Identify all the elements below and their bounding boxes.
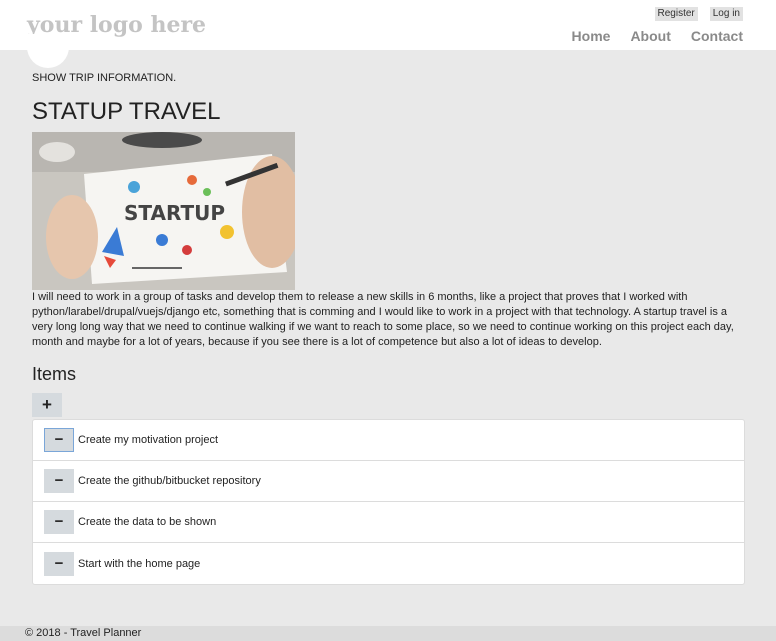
main-nav: Home About Contact xyxy=(572,28,743,44)
page-subtitle: SHOW TRIP INFORMATION. xyxy=(32,72,177,84)
items-list: − Create my motivation project − Create … xyxy=(32,419,745,585)
item-label: Create my motivation project xyxy=(78,434,218,446)
auth-links: Register Log in xyxy=(654,7,743,21)
trip-description: I will need to work in a group of tasks … xyxy=(32,291,734,348)
items-heading: Items xyxy=(32,364,77,384)
remove-item-button[interactable]: − xyxy=(44,551,74,576)
item-label: Start with the home page xyxy=(78,557,201,570)
page-title: STATUP TRAVEL xyxy=(32,98,221,125)
list-item: − Create my motivation project xyxy=(33,420,744,461)
trip-image: STARTUP xyxy=(32,132,295,290)
list-item: − Create the data to be shown xyxy=(33,502,744,543)
nav-about[interactable]: About xyxy=(630,28,670,44)
site-footer: © 2018 - Travel Planner xyxy=(0,626,776,641)
register-link[interactable]: Register xyxy=(654,7,698,21)
startup-text: STARTUP xyxy=(124,201,225,225)
item-label: Create the data to be shown xyxy=(78,516,217,528)
remove-item-button[interactable]: − xyxy=(44,510,74,534)
nav-home[interactable]: Home xyxy=(572,28,611,44)
list-item: − Create the github/bitbucket repository xyxy=(33,461,744,502)
site-header: your logo here Register Log in Home Abou… xyxy=(0,0,776,68)
item-label: Create the github/bitbucket repository xyxy=(78,475,261,487)
remove-item-button[interactable]: − xyxy=(44,428,74,452)
login-link[interactable]: Log in xyxy=(709,7,743,21)
add-item-button[interactable]: + xyxy=(32,393,62,417)
logo-decoration xyxy=(27,34,69,68)
nav-contact[interactable]: Contact xyxy=(691,28,743,44)
main-content: SHOW TRIP INFORMATION. STATUP TRAVEL STA… xyxy=(32,72,745,585)
list-item: − Start with the home page xyxy=(33,543,744,584)
remove-item-button[interactable]: − xyxy=(44,469,74,493)
